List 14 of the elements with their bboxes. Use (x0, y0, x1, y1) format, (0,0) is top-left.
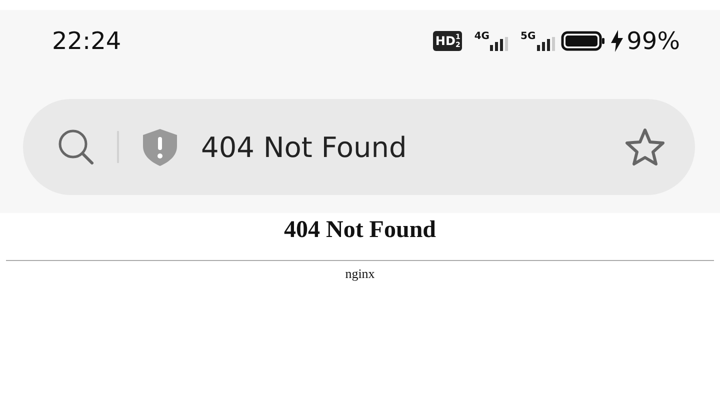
clock-time: 22:24 (52, 27, 122, 55)
battery-percentage: 99% (626, 27, 680, 55)
page-title: 404 Not Found (201, 130, 408, 164)
network-type-label: 4G (474, 32, 490, 42)
battery-icon (560, 31, 605, 51)
address-bar[interactable]: 404 Not Found (23, 99, 695, 195)
signal-icon (490, 36, 508, 50)
bookmark-star-icon[interactable] (625, 128, 665, 166)
server-name: nginx (344, 266, 376, 282)
network-type-label: 5G (520, 32, 536, 42)
search-icon[interactable] (57, 128, 95, 166)
page-heading: 404 Not Found (282, 217, 438, 244)
signal-icon (536, 36, 555, 50)
shield-warning-icon[interactable] (143, 128, 177, 166)
